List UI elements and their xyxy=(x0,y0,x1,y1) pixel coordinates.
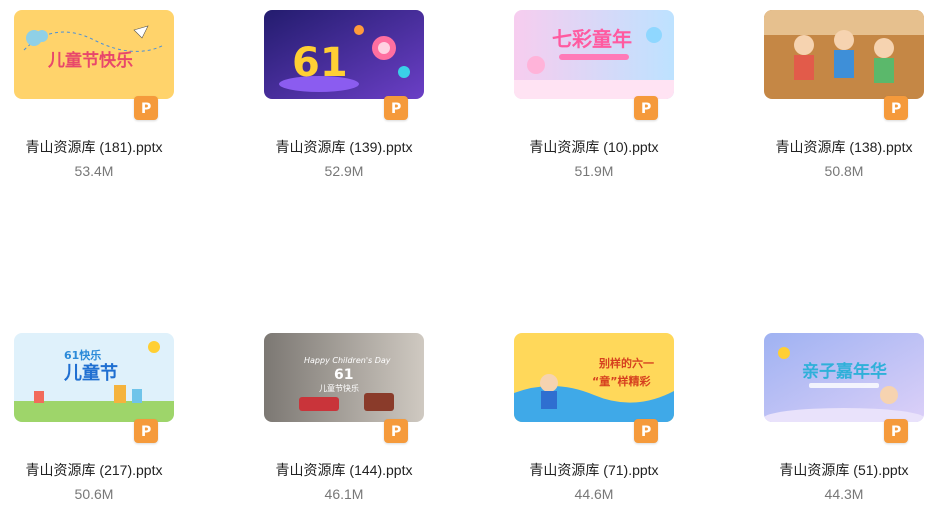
file-size: 51.9M xyxy=(574,163,614,179)
svg-text:七彩童年: 七彩童年 xyxy=(552,27,632,51)
file-size: 50.6M xyxy=(74,486,114,502)
file-name[interactable]: 青山资源库 (138).pptx xyxy=(750,137,938,157)
file-thumbnail[interactable]: 61 xyxy=(264,10,424,99)
svg-text:P: P xyxy=(641,101,651,117)
file-thumbnail[interactable]: Happy Children's Day 61 儿童节快乐 xyxy=(264,333,424,422)
file-size: 44.3M xyxy=(824,486,864,502)
file-thumbnail[interactable]: 亲子嘉年华 xyxy=(764,333,924,422)
svg-text:P: P xyxy=(891,101,901,117)
pptx-file-icon: P xyxy=(134,96,158,120)
svg-text:亲子嘉年华: 亲子嘉年华 xyxy=(802,361,887,382)
file-card[interactable]: 儿童节快乐 P 青山资源库 (181).pptx 53.4M xyxy=(0,0,200,200)
svg-text:61: 61 xyxy=(292,40,348,86)
file-card[interactable]: 61 P 青山资源库 (139).pptx 52.9M xyxy=(250,0,450,200)
svg-text:Happy Children's Day: Happy Children's Day xyxy=(304,356,391,365)
svg-text:“童”样精彩: “童”样精彩 xyxy=(592,374,650,388)
pptx-file-icon: P xyxy=(134,419,158,443)
svg-text:P: P xyxy=(391,424,401,440)
pptx-file-icon: P xyxy=(634,96,658,120)
slide-preview xyxy=(764,10,924,99)
pptx-file-icon: P xyxy=(634,419,658,443)
slide-preview: 儿童节快乐 xyxy=(14,10,174,99)
svg-text:61快乐: 61快乐 xyxy=(64,348,101,362)
svg-text:儿童节快乐: 儿童节快乐 xyxy=(319,383,359,393)
file-card[interactable]: 亲子嘉年华 P 青山资源库 (51).pptx 44.3M xyxy=(750,323,941,523)
file-size: 44.6M xyxy=(574,486,614,502)
slide-preview: 61 xyxy=(264,10,424,99)
file-name[interactable]: 青山资源库 (217).pptx xyxy=(0,460,188,480)
file-size: 52.9M xyxy=(324,163,364,179)
svg-text:儿童节: 儿童节 xyxy=(63,362,118,384)
file-name[interactable]: 青山资源库 (10).pptx xyxy=(500,137,688,157)
svg-text:别样的六一: 别样的六一 xyxy=(598,356,654,370)
svg-text:P: P xyxy=(141,101,151,117)
slide-preview: 61快乐 儿童节 xyxy=(14,333,174,422)
file-card[interactable]: 七彩童年 P 青山资源库 (10).pptx 51.9M xyxy=(500,0,700,200)
svg-text:P: P xyxy=(641,424,651,440)
file-name[interactable]: 青山资源库 (144).pptx xyxy=(250,460,438,480)
pptx-file-icon: P xyxy=(384,96,408,120)
file-thumbnail[interactable]: 儿童节快乐 xyxy=(14,10,174,99)
file-card[interactable]: Happy Children's Day 61 儿童节快乐 P 青山资源库 (1… xyxy=(250,323,450,523)
pptx-file-icon: P xyxy=(384,419,408,443)
slide-preview: 亲子嘉年华 xyxy=(764,333,924,422)
svg-text:61: 61 xyxy=(334,367,353,383)
svg-text:儿童节快乐: 儿童节快乐 xyxy=(47,50,133,71)
file-size: 50.8M xyxy=(824,163,864,179)
file-thumbnail[interactable]: 七彩童年 xyxy=(514,10,674,99)
file-card[interactable]: 别样的六一 “童”样精彩 P 青山资源库 (71).pptx 44.6M xyxy=(500,323,700,523)
file-size: 46.1M xyxy=(324,486,364,502)
slide-preview: 别样的六一 “童”样精彩 xyxy=(514,333,674,422)
file-card[interactable]: P 青山资源库 (138).pptx 50.8M xyxy=(750,0,941,200)
slide-preview: 七彩童年 xyxy=(514,10,674,99)
file-name[interactable]: 青山资源库 (139).pptx xyxy=(250,137,438,157)
file-name[interactable]: 青山资源库 (71).pptx xyxy=(500,460,688,480)
pptx-file-icon: P xyxy=(884,419,908,443)
file-thumbnail[interactable] xyxy=(764,10,924,99)
pptx-file-icon: P xyxy=(884,96,908,120)
svg-text:P: P xyxy=(391,101,401,117)
file-thumbnail[interactable]: 61快乐 儿童节 xyxy=(14,333,174,422)
file-thumbnail[interactable]: 别样的六一 “童”样精彩 xyxy=(514,333,674,422)
svg-text:P: P xyxy=(891,424,901,440)
file-grid: 儿童节快乐 P 青山资源库 (181).pptx 53.4M 61 P 青山资源… xyxy=(0,0,941,528)
file-card[interactable]: 61快乐 儿童节 P 青山资源库 (217).pptx 50.6M xyxy=(0,323,200,523)
file-name[interactable]: 青山资源库 (181).pptx xyxy=(0,137,188,157)
file-name[interactable]: 青山资源库 (51).pptx xyxy=(750,460,938,480)
file-size: 53.4M xyxy=(74,163,114,179)
svg-text:P: P xyxy=(141,424,151,440)
slide-preview: Happy Children's Day 61 儿童节快乐 xyxy=(264,333,424,422)
